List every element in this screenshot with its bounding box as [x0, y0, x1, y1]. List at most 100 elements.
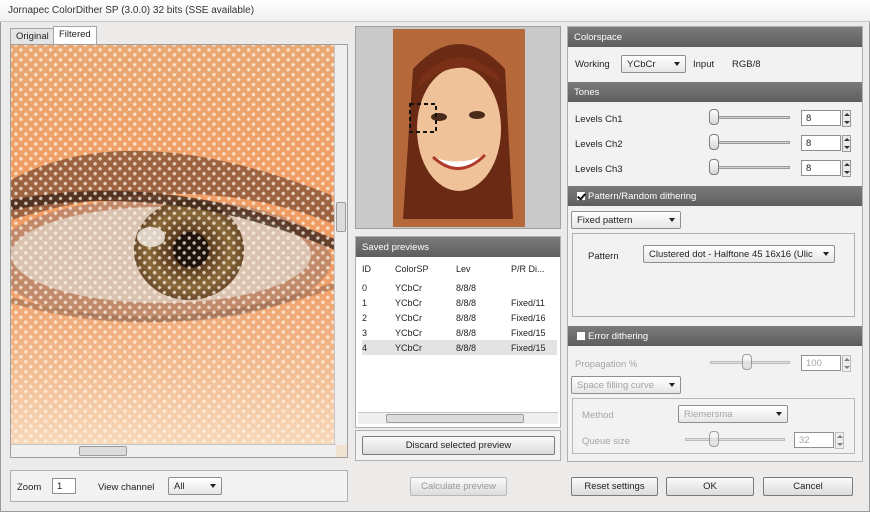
portrait-thumbnail[interactable]	[393, 29, 525, 227]
working-label: Working	[575, 59, 610, 70]
saved-previews-header: Saved previews	[356, 237, 560, 257]
chevron-down-icon	[210, 484, 216, 488]
chevron-down-icon	[823, 252, 829, 256]
tab-original[interactable]: Original	[10, 28, 55, 45]
pattern-dithering-header: Pattern/Random dithering	[568, 186, 862, 206]
chevron-down-icon	[776, 412, 782, 416]
input-label: Input	[693, 59, 715, 70]
cell-pr: Fixed/15	[511, 342, 546, 353]
column-header[interactable]: ColorSP	[395, 261, 456, 276]
zoom-label: Zoom	[17, 482, 42, 493]
colorspace-header: Colorspace	[568, 27, 862, 47]
pattern-value: Clustered dot - Halftone 45 16x16 (Ulic	[649, 249, 813, 260]
horizontal-scroll-thumb[interactable]	[79, 446, 127, 456]
ok-button[interactable]: OK	[666, 477, 754, 496]
queue-size-label: Queue size	[582, 436, 631, 447]
table-row[interactable]: 0 YCbCr 8/8/8	[362, 280, 557, 295]
zoom-input[interactable]: 1	[52, 478, 76, 494]
cell-id: 0	[362, 282, 368, 293]
view-channel-label: View channel	[98, 482, 155, 493]
cell-colorsp: YCbCr	[395, 297, 423, 308]
error-dithering-checkbox[interactable]	[576, 331, 586, 341]
image-vertical-scrollbar[interactable]	[334, 45, 347, 445]
column-header[interactable]: Lev	[456, 261, 511, 276]
chevron-down-icon	[674, 62, 680, 66]
propagation-label: Propagation %	[575, 359, 638, 370]
discard-selected-preview-button[interactable]: Discard selected preview	[362, 436, 555, 455]
cell-pr: Fixed/15	[511, 327, 546, 338]
calculate-preview-button[interactable]: Calculate preview	[410, 477, 507, 496]
table-row[interactable]: 2 YCbCr 8/8/8 Fixed/16	[362, 310, 557, 325]
saved-previews-table[interactable]: ID ColorSP Lev P/R Di... 0 YCbCr 8/8/8 1 YC…	[362, 261, 557, 355]
pattern-select[interactable]: Clustered dot - Halftone 45 16x16 (Ulic	[643, 245, 835, 263]
preview-thumbnail-frame	[355, 26, 561, 229]
cell-lev: 8/8/8	[456, 312, 477, 323]
levels-ch2-label: Levels Ch2	[575, 139, 623, 150]
curve-select[interactable]: Space filling curve	[571, 376, 681, 394]
previews-scroll-thumb[interactable]	[386, 414, 524, 423]
previews-horizontal-scrollbar[interactable]	[358, 412, 558, 424]
view-channel-select[interactable]: All	[168, 477, 222, 495]
method-label: Method	[582, 410, 614, 421]
table-row[interactable]: 3 YCbCr 8/8/8 Fixed/15	[362, 325, 557, 340]
cancel-button[interactable]: Cancel	[763, 477, 853, 496]
propagation-spinner[interactable]	[842, 355, 851, 372]
cell-colorsp: YCbCr	[395, 312, 423, 323]
method-value: Riemersma	[684, 409, 733, 420]
levels-ch3-input[interactable]: 8	[801, 160, 841, 176]
queue-size-slider-thumb[interactable]	[709, 431, 719, 447]
cell-lev: 8/8/8	[456, 342, 477, 353]
levels-ch1-spinner[interactable]	[842, 110, 851, 127]
levels-ch3-slider-thumb[interactable]	[709, 159, 719, 175]
halftone-image	[11, 45, 336, 445]
image-horizontal-scrollbar[interactable]	[11, 444, 336, 457]
cell-pr	[511, 280, 557, 295]
filtered-image-view[interactable]	[10, 44, 348, 458]
column-header[interactable]: P/R Di...	[511, 261, 557, 276]
reset-settings-button[interactable]: Reset settings	[571, 477, 658, 496]
queue-size-spinner[interactable]	[835, 432, 844, 449]
propagation-slider-thumb[interactable]	[742, 354, 752, 370]
tones-header: Tones	[568, 82, 862, 102]
view-channel-value: All	[174, 481, 185, 492]
levels-ch2-slider-track[interactable]	[710, 141, 790, 144]
pattern-mode-value: Fixed pattern	[577, 215, 633, 226]
queue-size-slider-track[interactable]	[685, 438, 785, 441]
cell-lev: 8/8/8	[456, 282, 477, 293]
cell-colorsp: YCbCr	[395, 282, 423, 293]
pattern-dithering-checkbox[interactable]	[576, 191, 586, 201]
table-row-selected[interactable]: 4 YCbCr 8/8/8 Fixed/15	[362, 340, 557, 355]
curve-value: Space filling curve	[577, 380, 655, 391]
cell-pr: Fixed/11	[511, 297, 545, 308]
levels-ch1-input[interactable]: 8	[801, 110, 841, 126]
levels-ch2-spinner[interactable]	[842, 135, 851, 152]
propagation-input[interactable]: 100	[801, 355, 841, 371]
tab-filtered[interactable]: Filtered	[53, 26, 97, 45]
cell-colorsp: YCbCr	[395, 342, 423, 353]
cell-id: 2	[362, 312, 368, 323]
cell-id: 4	[362, 342, 368, 353]
table-row[interactable]: 1 YCbCr 8/8/8 Fixed/11	[362, 295, 557, 310]
cell-colorsp: YCbCr	[395, 327, 423, 338]
title-bar: Jornapec ColorDither SP (3.0.0) 32 bits …	[0, 0, 870, 22]
pattern-mode-select[interactable]: Fixed pattern	[571, 211, 681, 229]
queue-size-input[interactable]: 32	[794, 432, 834, 448]
column-header[interactable]: ID	[362, 261, 395, 276]
input-colorspace-value: RGB/8	[732, 59, 761, 70]
levels-ch1-slider-thumb[interactable]	[709, 109, 719, 125]
cell-id: 1	[362, 297, 368, 308]
levels-ch2-input[interactable]: 8	[801, 135, 841, 151]
levels-ch3-spinner[interactable]	[842, 160, 851, 177]
levels-ch1-slider-track[interactable]	[710, 116, 790, 119]
method-select[interactable]: Riemersma	[678, 405, 788, 423]
working-colorspace-value: YCbCr	[627, 59, 656, 70]
chevron-down-icon	[669, 383, 675, 387]
levels-ch3-slider-track[interactable]	[710, 166, 790, 169]
levels-ch2-slider-thumb[interactable]	[709, 134, 719, 150]
vertical-scroll-thumb[interactable]	[336, 202, 346, 232]
cell-lev: 8/8/8	[456, 297, 477, 308]
cell-pr: Fixed/16	[511, 312, 546, 323]
cell-lev: 8/8/8	[456, 327, 477, 338]
working-colorspace-select[interactable]: YCbCr	[621, 55, 686, 73]
saved-previews-panel: Saved previews ID ColorSP Lev P/R Di... …	[355, 236, 561, 428]
